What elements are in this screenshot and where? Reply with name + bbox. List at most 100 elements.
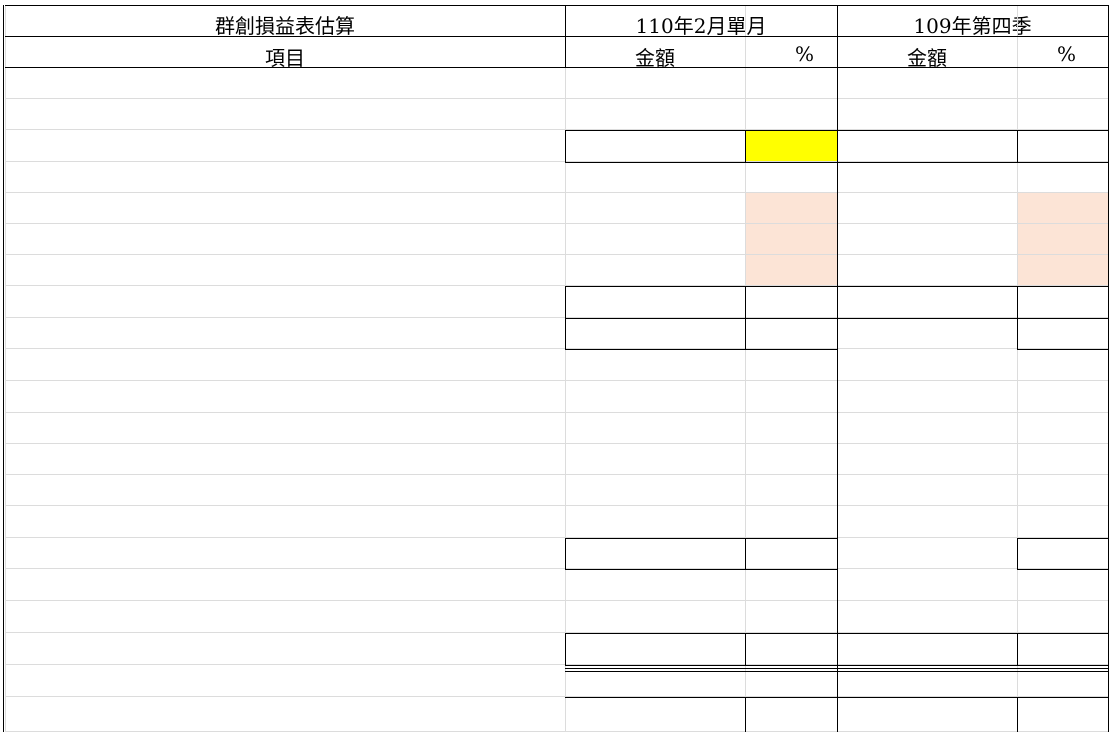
row-label[interactable] (5, 193, 565, 224)
period1-pct-cell[interactable] (745, 697, 837, 732)
period2-pct-cell[interactable] (1017, 224, 1108, 255)
row-label[interactable] (5, 349, 565, 381)
period1-amount-cell[interactable] (565, 255, 745, 286)
period2-amount-cell[interactable] (837, 538, 1017, 569)
period1-pct-header[interactable]: % (745, 37, 837, 67)
period1-pct-cell[interactable] (745, 99, 837, 130)
period1-amount-cell[interactable] (565, 413, 745, 444)
period2-pct-cell[interactable] (1017, 130, 1108, 162)
period1-pct-cell[interactable] (745, 569, 837, 601)
period1-pct-cell[interactable] (745, 349, 837, 381)
period2-amount-cell[interactable] (837, 99, 1017, 130)
row-label[interactable] (5, 224, 565, 255)
period2-pct-cell[interactable] (1017, 318, 1108, 349)
period1-pct-cell[interactable] (745, 444, 837, 475)
period2-amount-cell[interactable] (837, 162, 1017, 193)
period2-pct-cell[interactable] (1017, 569, 1108, 601)
row-label[interactable] (5, 413, 565, 444)
row-label[interactable] (5, 569, 565, 601)
period1-amount-cell[interactable] (565, 665, 745, 697)
period2-pct-cell[interactable] (1017, 633, 1108, 665)
period2-amount-cell[interactable] (837, 318, 1017, 349)
period1-pct-cell[interactable] (745, 633, 837, 665)
period2-pct-cell[interactable] (1017, 286, 1108, 318)
item-column-header[interactable]: 項目 (5, 37, 565, 67)
period2-pct-cell[interactable] (1017, 381, 1108, 413)
row-label[interactable] (5, 475, 565, 506)
period1-pct-cell[interactable] (745, 538, 837, 569)
period1-pct-cell[interactable] (745, 601, 837, 633)
period1-amount-cell[interactable] (565, 99, 745, 130)
sheet-title[interactable]: 群創損益表估算 (5, 5, 565, 37)
period2-amount-cell[interactable] (837, 130, 1017, 162)
period2-amount-cell[interactable] (837, 193, 1017, 224)
period1-amount-cell[interactable] (565, 697, 745, 732)
period1-pct-cell[interactable] (745, 162, 837, 193)
period1-pct-cell[interactable] (745, 665, 837, 697)
period1-amount-header[interactable]: 金額 (565, 37, 745, 67)
period1-amount-cell[interactable] (565, 193, 745, 224)
period2-pct-cell[interactable] (1017, 162, 1108, 193)
period2-pct-cell[interactable] (1017, 697, 1108, 732)
period1-amount-cell[interactable] (565, 224, 745, 255)
period1-pct-cell[interactable] (745, 506, 837, 538)
period2-amount-cell[interactable] (837, 349, 1017, 381)
period1-amount-cell[interactable] (565, 475, 745, 506)
period1-amount-cell[interactable] (565, 601, 745, 633)
period2-title[interactable]: 109年第四季 (837, 5, 1108, 37)
period1-amount-cell[interactable] (565, 538, 745, 569)
period1-pct-cell[interactable] (745, 413, 837, 444)
period2-amount-header[interactable]: 金額 (837, 37, 1017, 67)
row-label[interactable] (5, 68, 565, 99)
period1-pct-cell[interactable] (745, 193, 837, 224)
period1-pct-cell[interactable] (745, 255, 837, 286)
period1-amount-cell[interactable] (565, 569, 745, 601)
period2-amount-cell[interactable] (837, 255, 1017, 286)
period2-pct-cell[interactable] (1017, 444, 1108, 475)
period2-pct-cell[interactable] (1017, 68, 1108, 99)
period2-pct-cell[interactable] (1017, 475, 1108, 506)
period2-amount-cell[interactable] (837, 444, 1017, 475)
period2-pct-cell[interactable] (1017, 349, 1108, 381)
period2-pct-cell[interactable] (1017, 601, 1108, 633)
period1-amount-cell[interactable] (565, 633, 745, 665)
period2-amount-cell[interactable] (837, 633, 1017, 665)
period2-amount-cell[interactable] (837, 665, 1017, 697)
period1-pct-cell[interactable] (745, 224, 837, 255)
row-label[interactable] (5, 255, 565, 286)
period2-amount-cell[interactable] (837, 506, 1017, 538)
period2-pct-cell[interactable] (1017, 255, 1108, 286)
period1-pct-cell[interactable] (745, 475, 837, 506)
period2-amount-cell[interactable] (837, 697, 1017, 732)
period1-pct-cell[interactable] (745, 381, 837, 413)
period2-amount-cell[interactable] (837, 413, 1017, 444)
row-label[interactable] (5, 506, 565, 538)
row-label[interactable] (5, 318, 565, 349)
period2-pct-cell[interactable] (1017, 193, 1108, 224)
row-label[interactable] (5, 665, 565, 697)
row-label[interactable] (5, 286, 565, 318)
period1-amount-cell[interactable] (565, 286, 745, 318)
period1-amount-cell[interactable] (565, 130, 745, 162)
period2-amount-cell[interactable] (837, 601, 1017, 633)
row-label[interactable] (5, 601, 565, 633)
period1-amount-cell[interactable] (565, 68, 745, 99)
period1-amount-cell[interactable] (565, 381, 745, 413)
period2-amount-cell[interactable] (837, 224, 1017, 255)
row-label[interactable] (5, 99, 565, 130)
period1-amount-cell[interactable] (565, 349, 745, 381)
period1-amount-cell[interactable] (565, 444, 745, 475)
row-label[interactable] (5, 381, 565, 413)
row-label[interactable] (5, 538, 565, 569)
period2-pct-header[interactable]: % (1017, 37, 1108, 67)
period1-pct-cell[interactable] (745, 318, 837, 349)
period2-amount-cell[interactable] (837, 569, 1017, 601)
period1-pct-cell[interactable] (745, 286, 837, 318)
row-label[interactable] (5, 633, 565, 665)
period2-pct-cell[interactable] (1017, 665, 1108, 697)
period1-pct-cell[interactable] (745, 68, 837, 99)
period1-amount-cell[interactable] (565, 162, 745, 193)
row-label[interactable] (5, 162, 565, 193)
period1-title[interactable]: 110年2月單月 (565, 5, 837, 37)
period2-pct-cell[interactable] (1017, 413, 1108, 444)
